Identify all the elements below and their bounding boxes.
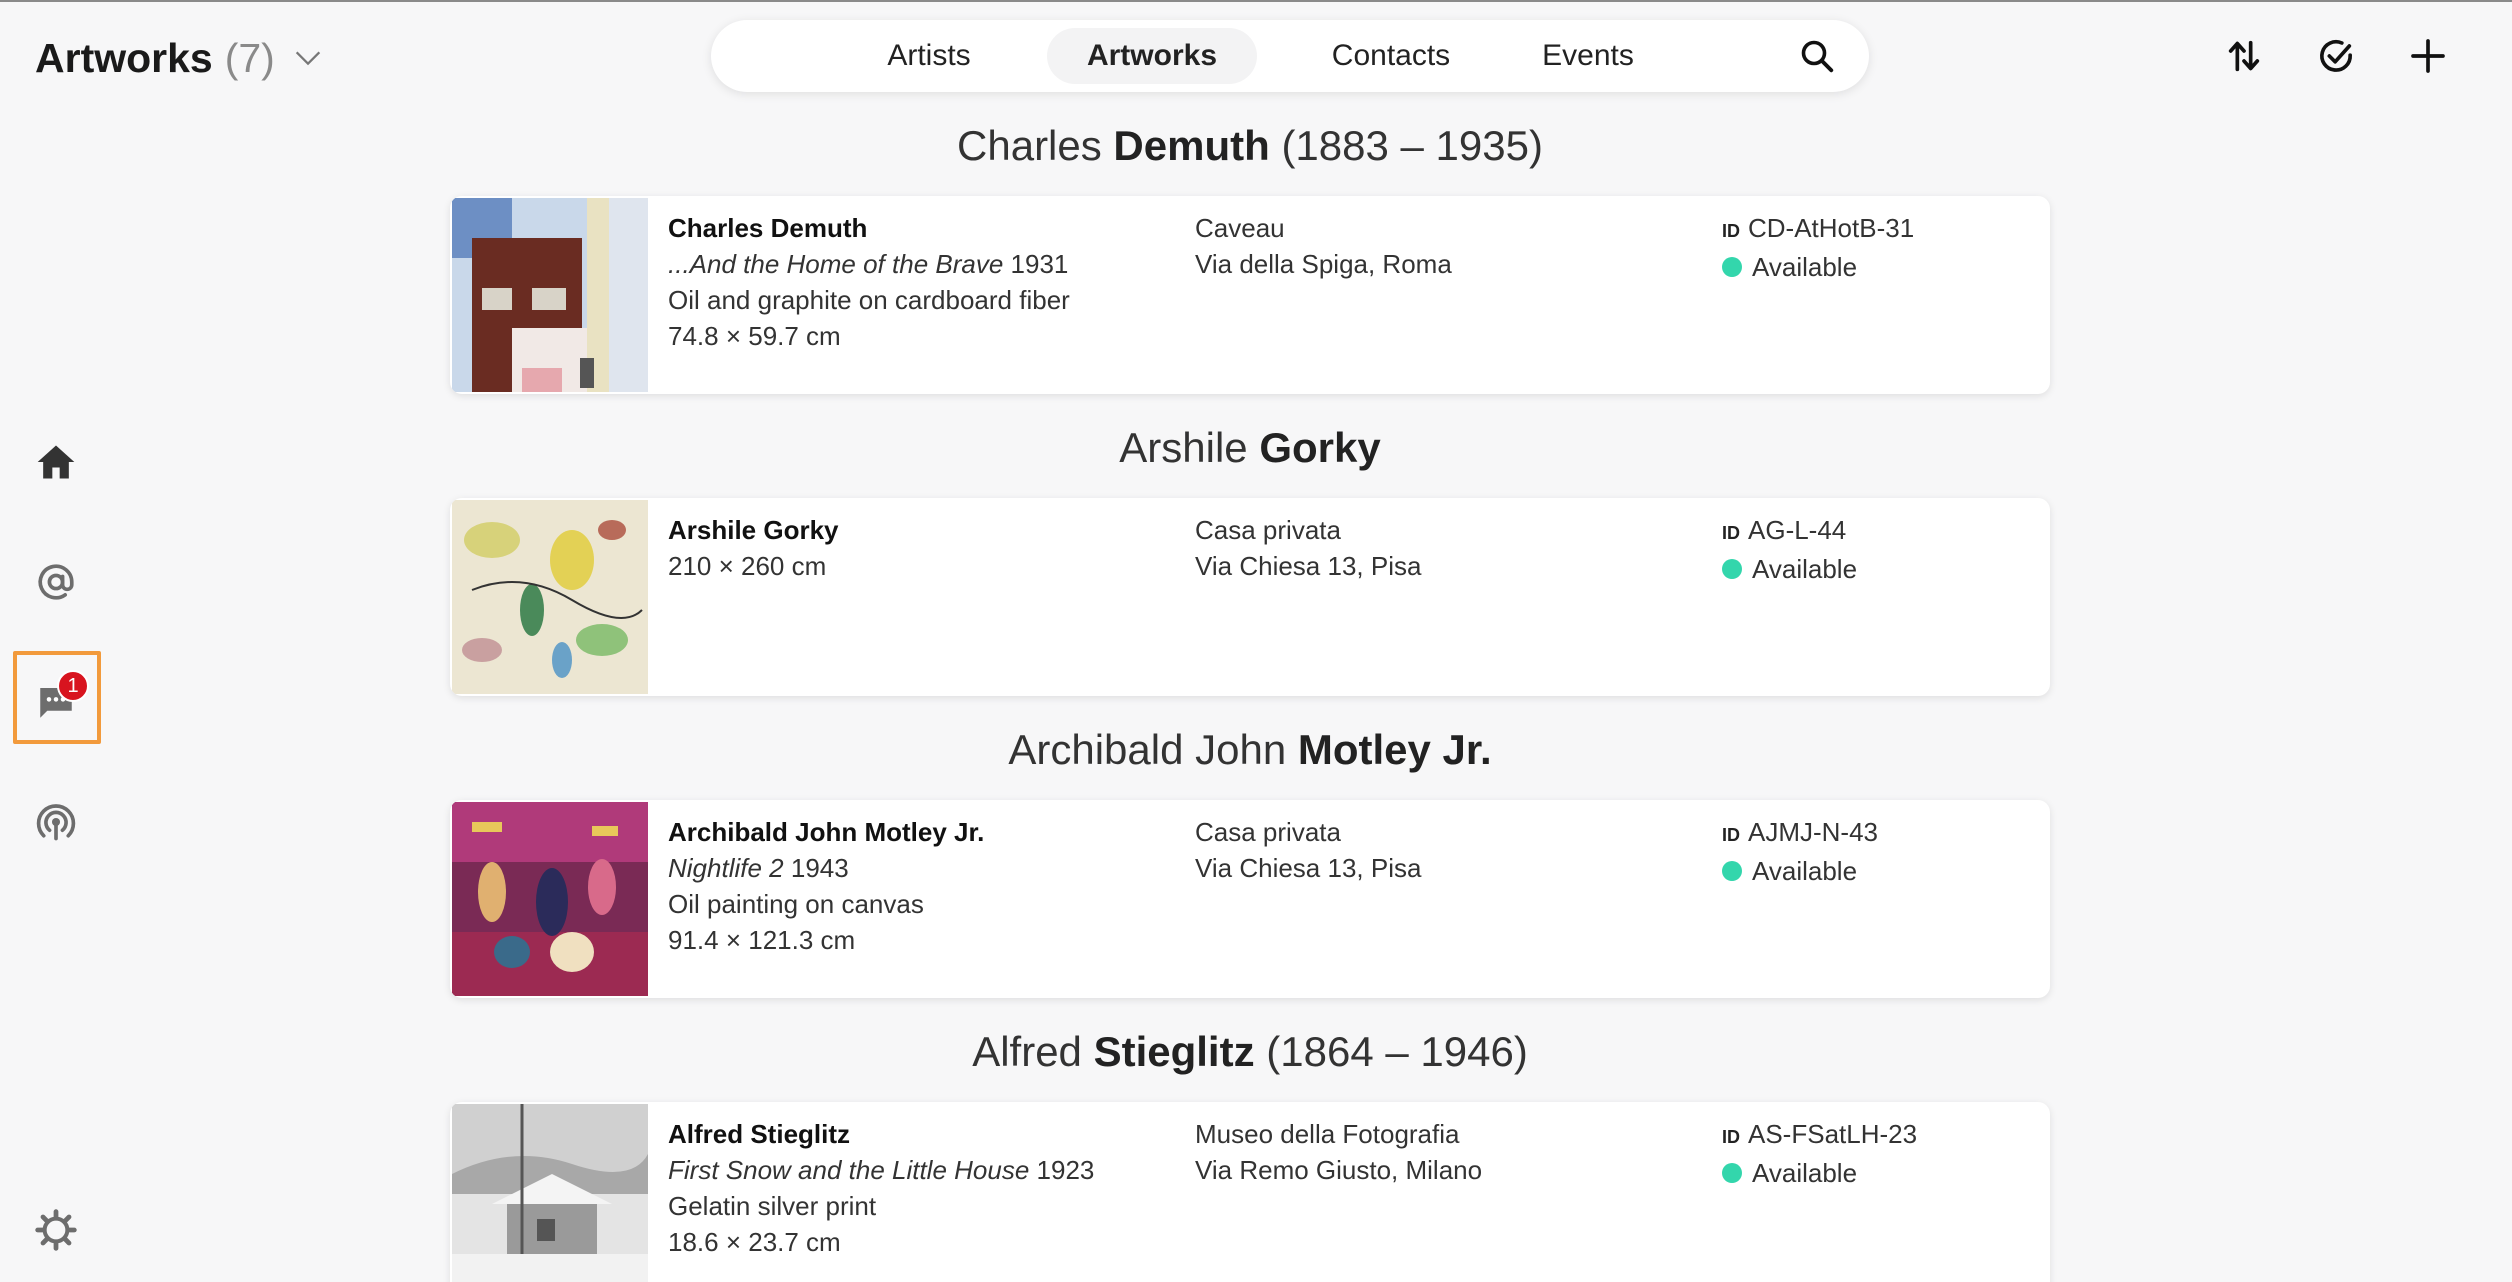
artist-last-name: Stieglitz bbox=[1093, 1028, 1255, 1075]
artist-last-name: Gorky bbox=[1259, 424, 1381, 471]
artwork-dimensions: 91.4 × 121.3 cm bbox=[668, 925, 856, 955]
artist-dates: (1883 – 1935) bbox=[1281, 122, 1543, 169]
artwork-artist: Archibald John Motley Jr. bbox=[668, 817, 985, 847]
at-sign-icon[interactable] bbox=[34, 560, 78, 604]
status-text: Available bbox=[1752, 554, 1858, 584]
location-address: Via Chiesa 13, Pisa bbox=[1195, 853, 1422, 883]
artwork-thumbnail bbox=[452, 1104, 648, 1282]
status-text: Available bbox=[1752, 252, 1858, 282]
tab-contacts[interactable]: Contacts bbox=[1281, 28, 1501, 84]
location-address: Via Remo Giusto, Milano bbox=[1195, 1155, 1483, 1185]
artist-group-heading: Charles Demuth (1883 – 1935) bbox=[450, 122, 2050, 170]
status-dot bbox=[1722, 559, 1742, 579]
artwork-id: AS-FSatLH-23 bbox=[1748, 1119, 1918, 1149]
artwork-id: AJMJ-N-43 bbox=[1748, 817, 1879, 847]
artwork-card[interactable]: Alfred Stieglitz First Snow and the Litt… bbox=[450, 1102, 2050, 1282]
artwork-dimensions: 18.6 × 23.7 cm bbox=[668, 1227, 841, 1257]
artwork-title: First Snow and the Little House bbox=[668, 1155, 1030, 1185]
artwork-dimensions: 210 × 260 cm bbox=[668, 551, 827, 581]
artist-last-name: Demuth bbox=[1113, 122, 1270, 169]
artist-first-name: Arshile bbox=[1119, 424, 1248, 471]
artwork-thumbnail bbox=[452, 198, 648, 392]
artwork-id: AG-L-44 bbox=[1748, 515, 1847, 545]
add-icon[interactable] bbox=[2408, 36, 2448, 76]
id-label: ID bbox=[1722, 1127, 1740, 1147]
tab-events[interactable]: Events bbox=[1506, 28, 1670, 84]
artwork-title: ...And the Home of the Brave bbox=[668, 249, 1004, 279]
location-address: Via Chiesa 13, Pisa bbox=[1195, 551, 1422, 581]
sort-icon[interactable] bbox=[2224, 36, 2264, 76]
tab-artists[interactable]: Artists bbox=[847, 28, 1011, 84]
artist-last-name: Motley Jr. bbox=[1297, 726, 1492, 773]
tab-artworks[interactable]: Artworks bbox=[1047, 28, 1257, 84]
id-label: ID bbox=[1722, 825, 1740, 845]
select-check-icon[interactable] bbox=[2316, 36, 2356, 76]
artist-dates: (1864 – 1946) bbox=[1266, 1028, 1528, 1075]
status-dot bbox=[1722, 257, 1742, 277]
artwork-medium: Oil and graphite on cardboard fiber bbox=[668, 285, 1070, 315]
status-dot bbox=[1722, 861, 1742, 881]
chevron-down-icon bbox=[295, 51, 320, 66]
messages-button[interactable]: 1 bbox=[13, 651, 101, 744]
artist-group-heading: Alfred Stieglitz (1864 – 1946) bbox=[450, 1028, 2050, 1076]
id-label: ID bbox=[1722, 523, 1740, 543]
artwork-artist: Arshile Gorky bbox=[668, 515, 839, 545]
window-top-border bbox=[0, 0, 2512, 2]
artwork-thumbnail bbox=[452, 500, 648, 694]
artist-first-name: Alfred bbox=[972, 1028, 1082, 1075]
status-text: Available bbox=[1752, 856, 1858, 886]
artwork-year: 1923 bbox=[1036, 1155, 1095, 1185]
artwork-medium: Oil painting on canvas bbox=[668, 889, 924, 919]
artwork-id: CD-AtHotB-31 bbox=[1748, 213, 1915, 243]
location-name: Casa privata bbox=[1195, 817, 1341, 847]
artwork-title: Nightlife 2 bbox=[668, 853, 784, 883]
artist-first-name: Charles bbox=[957, 122, 1102, 169]
page-title: Artworks bbox=[35, 34, 213, 81]
main-nav: Artists Artworks Contacts Events bbox=[711, 20, 1869, 92]
artwork-card[interactable]: Charles Demuth ...And the Home of the Br… bbox=[450, 196, 2050, 394]
home-icon[interactable] bbox=[34, 440, 78, 484]
artwork-card[interactable]: Archibald John Motley Jr. Nightlife 2 19… bbox=[450, 800, 2050, 998]
item-count: (7) bbox=[224, 34, 275, 81]
gear-icon[interactable] bbox=[34, 1208, 78, 1252]
artwork-year: 1943 bbox=[790, 853, 849, 883]
artwork-medium: Gelatin silver print bbox=[668, 1191, 877, 1221]
artwork-artist: Charles Demuth bbox=[668, 213, 868, 243]
artwork-artist: Alfred Stieglitz bbox=[668, 1119, 851, 1149]
status-dot bbox=[1722, 1163, 1742, 1183]
artist-first-name: Archibald John bbox=[1008, 726, 1287, 773]
search-icon[interactable] bbox=[1799, 38, 1835, 74]
location-name: Casa privata bbox=[1195, 515, 1341, 545]
id-label: ID bbox=[1722, 221, 1740, 241]
broadcast-icon[interactable] bbox=[34, 800, 78, 844]
location-name: Museo della Fotografia bbox=[1195, 1119, 1460, 1149]
artist-group-heading: Archibald John Motley Jr. bbox=[450, 726, 2050, 774]
artwork-thumbnail bbox=[452, 802, 648, 996]
location-name: Caveau bbox=[1195, 213, 1285, 243]
artwork-card[interactable]: Arshile Gorky 210 × 260 cm Casa privata … bbox=[450, 498, 2050, 696]
artwork-year: 1931 bbox=[1010, 249, 1069, 279]
artist-group-heading: Arshile Gorky bbox=[450, 424, 2050, 472]
notification-badge: 1 bbox=[57, 670, 89, 702]
artwork-dimensions: 74.8 × 59.7 cm bbox=[668, 321, 841, 351]
location-address: Via della Spiga, Roma bbox=[1195, 249, 1452, 279]
page-title-dropdown[interactable]: Artworks (7) bbox=[35, 30, 325, 86]
status-text: Available bbox=[1752, 1158, 1858, 1188]
